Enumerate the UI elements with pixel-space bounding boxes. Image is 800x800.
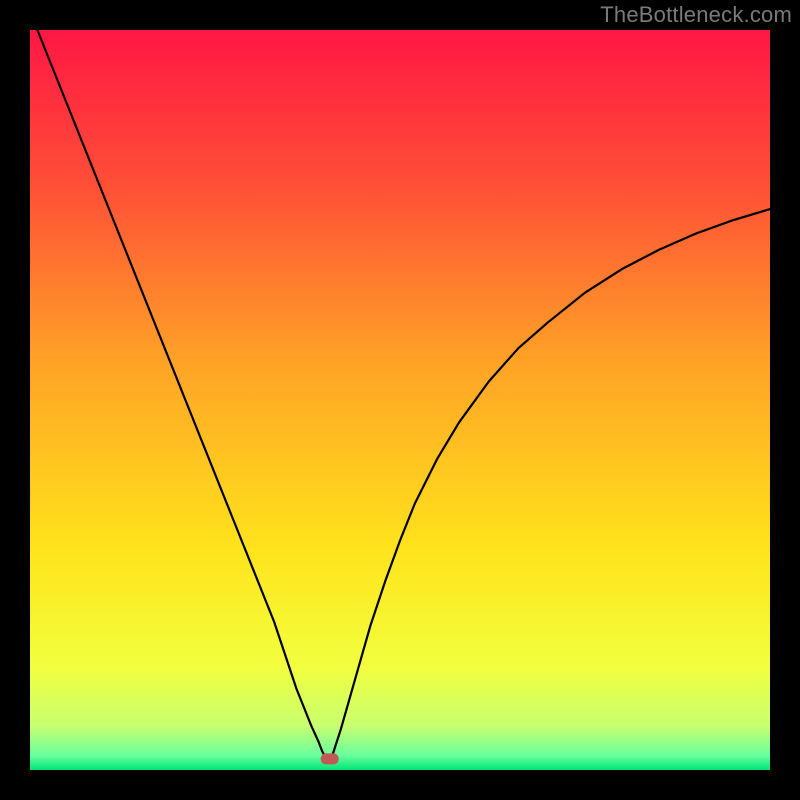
result-marker [321,753,339,764]
watermark-text: TheBottleneck.com [600,2,792,28]
gradient-background [30,30,770,770]
chart-frame: TheBottleneck.com [0,0,800,800]
plot-area [30,30,770,770]
chart-svg [30,30,770,770]
